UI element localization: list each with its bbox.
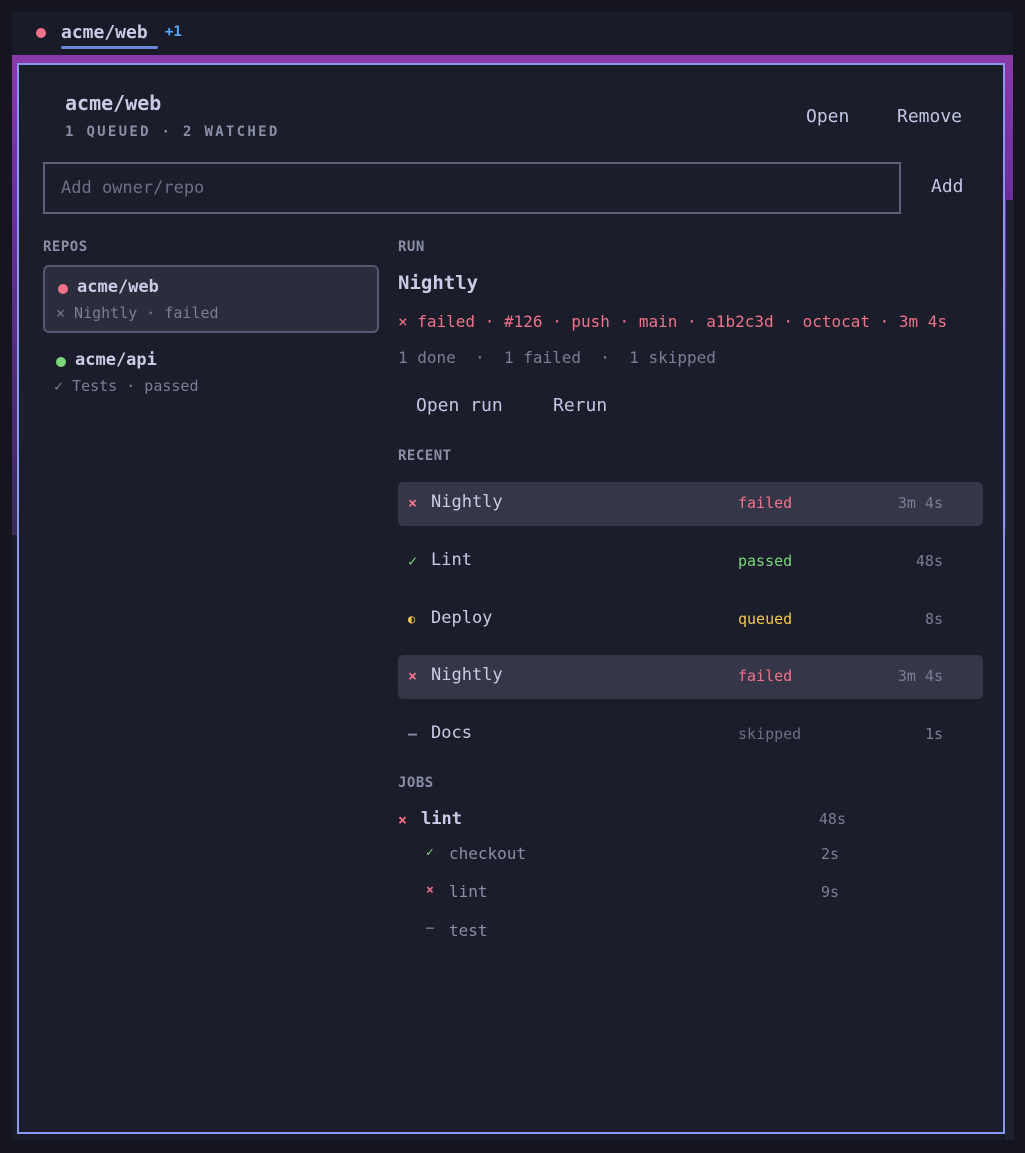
status-badge: skipped xyxy=(738,725,802,743)
run-duration: 1s xyxy=(924,725,943,743)
tab-bar: acme/web +1 xyxy=(12,12,1013,56)
status-badge: failed xyxy=(738,667,793,685)
recent-run-row[interactable]: × Nightly failed 3m 4s xyxy=(398,655,983,699)
repo-name: acme/api xyxy=(75,350,157,370)
add-repo-input[interactable] xyxy=(43,162,901,214)
recent-heading: RECENT xyxy=(398,448,452,464)
status-dot-icon xyxy=(56,357,66,367)
run-heading: RUN xyxy=(398,239,425,255)
recent-run-row[interactable]: × Nightly failed 3m 4s xyxy=(398,482,983,526)
run-duration: 3m 4s xyxy=(897,667,943,685)
step-name: lint xyxy=(449,882,488,901)
job-step-row: ✓ checkout 2s xyxy=(398,843,858,867)
status-badge: failed xyxy=(738,494,793,512)
dash-icon: – xyxy=(408,725,418,743)
rerun-button[interactable]: Rerun xyxy=(553,395,607,416)
run-duration: 3m 4s xyxy=(897,494,943,512)
status-badge: queued xyxy=(738,610,793,628)
job-duration: 48s xyxy=(818,810,846,828)
repo-last-run: × Nightly · failed xyxy=(56,304,219,322)
recent-run-row[interactable]: ✓ Lint passed 48s xyxy=(398,540,983,584)
status-dot-icon xyxy=(58,284,68,294)
add-button[interactable]: Add xyxy=(931,176,964,197)
failed-icon: × xyxy=(408,494,418,512)
repo-name: acme/web xyxy=(77,277,159,297)
open-run-button[interactable]: Open run xyxy=(416,395,503,416)
failed-icon: × xyxy=(398,811,408,829)
repo-summary: 1 QUEUED · 2 WATCHED xyxy=(65,124,280,140)
step-name: test xyxy=(449,921,488,940)
run-name: Lint xyxy=(431,550,472,570)
run-meta: × failed · #126 · push · main · a1b2c3d … xyxy=(398,312,948,331)
dash-icon: – xyxy=(426,921,434,936)
red-dot-icon xyxy=(36,28,46,38)
tab-count-badge[interactable]: +1 xyxy=(165,24,182,40)
recent-run-row[interactable]: – Docs skipped 1s xyxy=(398,713,983,757)
check-icon: ✓ xyxy=(408,552,418,570)
repo-item-acme-web[interactable]: acme/web × Nightly · failed xyxy=(43,265,379,333)
run-duration: 8s xyxy=(924,610,943,628)
job-step-row: – test xyxy=(398,920,858,944)
job-step-row: × lint 9s xyxy=(398,881,858,905)
half-circle-icon: ◐ xyxy=(408,612,416,626)
run-name: Deploy xyxy=(431,608,493,628)
job-row[interactable]: × lint 48s xyxy=(398,809,858,833)
remove-button[interactable]: Remove xyxy=(897,106,962,127)
run-title: Nightly xyxy=(398,272,479,294)
step-name: checkout xyxy=(449,844,527,863)
repos-heading: REPOS xyxy=(43,239,88,255)
page-title: acme/web xyxy=(65,91,162,115)
job-name: lint xyxy=(421,809,462,829)
run-duration: 48s xyxy=(915,552,943,570)
run-counts: 1 done · 1 failed · 1 skipped xyxy=(398,348,716,367)
failed-icon: × xyxy=(426,883,434,898)
repo-item-acme-api[interactable]: acme/api ✓ Tests · passed xyxy=(43,340,379,408)
check-icon: ✓ xyxy=(426,845,434,860)
step-duration: 9s xyxy=(820,883,839,901)
run-name: Nightly xyxy=(431,492,503,512)
repo-popover: acme/web 1 QUEUED · 2 WATCHED Open Remov… xyxy=(17,63,1005,1134)
failed-icon: × xyxy=(408,667,418,685)
open-button[interactable]: Open xyxy=(806,106,849,127)
recent-run-row[interactable]: ◐ Deploy queued 8s xyxy=(398,598,983,642)
jobs-heading: JOBS xyxy=(398,775,434,791)
tab-title[interactable]: acme/web xyxy=(61,22,148,43)
status-badge: passed xyxy=(738,552,793,570)
background-strip xyxy=(1006,200,1014,1140)
run-name: Nightly xyxy=(431,665,503,685)
active-tab-indicator xyxy=(61,46,158,49)
step-duration: 2s xyxy=(820,845,839,863)
run-name: Docs xyxy=(431,723,472,743)
repo-last-run: ✓ Tests · passed xyxy=(54,377,199,395)
